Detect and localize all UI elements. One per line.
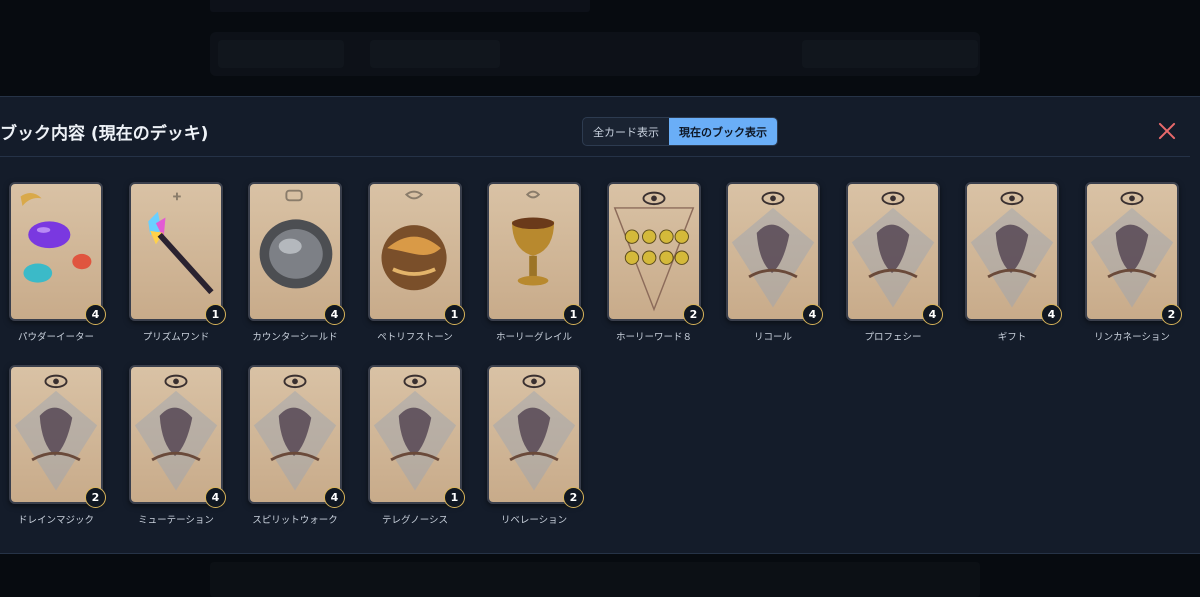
card-item[interactable]: 1 ホーリーグレイル [487, 182, 584, 347]
card-art-image [607, 182, 701, 321]
modal-title: ブック内容 (現在のデッキ) [0, 124, 209, 144]
card-item[interactable]: 1 テレグノーシス [368, 365, 465, 530]
current-book-tab[interactable]: 現在のブック表示 [669, 118, 777, 145]
card-count-badge: 4 [324, 487, 345, 508]
deck-contents-modal: ブック内容 (現在のデッキ) 全カード表示 現在のブック表示 4 パウダーイーター… [0, 96, 1200, 554]
view-toggle: 全カード表示 現在のブック表示 [582, 117, 778, 146]
card-name: ミューテーション [138, 515, 214, 526]
card-art-image [965, 182, 1059, 321]
card-item[interactable]: 2 ドレインマジック [9, 365, 106, 530]
card-count-badge: 2 [563, 487, 584, 508]
card-item[interactable]: 4 ミューテーション [129, 365, 226, 530]
card-art-image [726, 182, 820, 321]
card-art-image [248, 182, 342, 321]
card-name: ホーリーグレイル [495, 332, 572, 343]
card-art-image [368, 182, 462, 321]
card-count-badge: 4 [85, 304, 106, 325]
card-count-badge: 1 [205, 304, 226, 325]
all-cards-tab[interactable]: 全カード表示 [583, 118, 669, 145]
card-item[interactable]: 4 ギフト [965, 182, 1062, 347]
card-count-badge: 1 [444, 304, 465, 325]
card-item[interactable]: 4 スピリットウォーク [248, 365, 345, 530]
card-name: パウダーイーター [17, 332, 94, 343]
card-art-image [487, 365, 581, 504]
card-count-badge: 1 [563, 304, 584, 325]
card-name: リンカネーション [1094, 332, 1170, 343]
card-item[interactable]: 4 リコール [726, 182, 823, 347]
card-item[interactable]: 2 ホーリーワード８ [607, 182, 704, 347]
card-item[interactable]: 4 カウンターシールド [248, 182, 345, 347]
card-name: リベレーション [500, 515, 568, 526]
close-icon[interactable] [1158, 122, 1176, 140]
card-name: テレグノーシス [381, 515, 449, 526]
card-item[interactable]: 2 リベレーション [487, 365, 584, 530]
card-art-image [129, 365, 223, 504]
card-name: リコール [753, 332, 792, 343]
card-count-badge: 2 [683, 304, 704, 325]
card-art-image [9, 182, 103, 321]
card-item[interactable]: 4 プロフェシー [846, 182, 943, 347]
card-art-image [129, 182, 223, 321]
card-count-badge: 4 [802, 304, 823, 325]
card-count-badge: 1 [444, 487, 465, 508]
card-count-badge: 2 [85, 487, 106, 508]
card-name: カウンターシールド [252, 332, 338, 343]
card-art-image [368, 365, 462, 504]
card-item[interactable]: 1 ペトリフストーン [368, 182, 465, 347]
card-name: ホーリーワード８ [615, 332, 692, 343]
card-item[interactable]: 2 リンカネーション [1085, 182, 1182, 347]
card-count-badge: 4 [205, 487, 226, 508]
card-item[interactable]: 1 プリズムワンド [129, 182, 226, 347]
card-item[interactable]: 4 パウダーイーター [9, 182, 106, 347]
card-art-image [487, 182, 581, 321]
card-name: スピリットウォーク [252, 515, 338, 526]
card-art-image [9, 365, 103, 504]
card-count-badge: 4 [922, 304, 943, 325]
card-count-badge: 4 [1041, 304, 1062, 325]
card-name: ペトリフストーン [377, 332, 453, 343]
card-art-image [846, 182, 940, 321]
card-art-image [248, 365, 342, 504]
card-art-image [1085, 182, 1179, 321]
card-name: プリズムワンド [142, 332, 210, 343]
modal-header: ブック内容 (現在のデッキ) 全カード表示 現在のブック表示 [0, 97, 1190, 157]
card-name: ギフト [997, 332, 1027, 343]
card-count-badge: 4 [324, 304, 345, 325]
card-count-badge: 2 [1161, 304, 1182, 325]
card-name: ドレインマジック [17, 515, 94, 526]
card-name: プロフェシー [864, 332, 922, 343]
